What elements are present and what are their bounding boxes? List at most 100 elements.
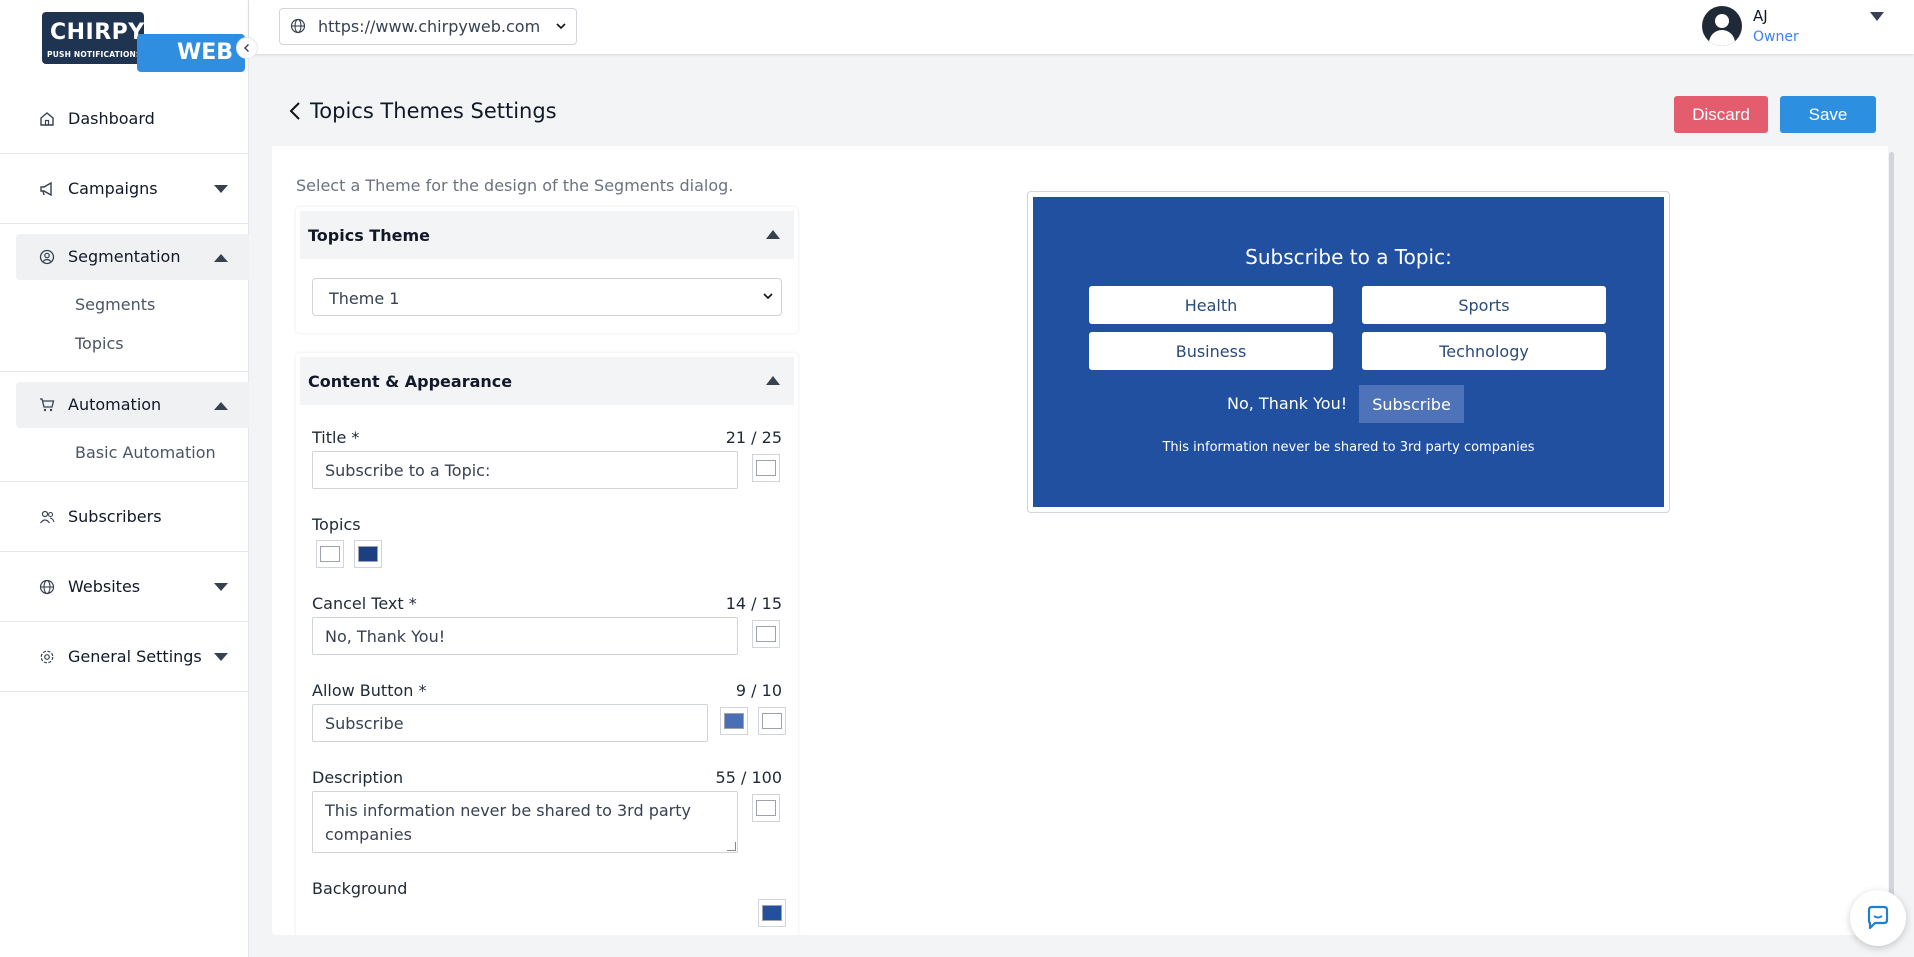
chat-icon <box>1867 905 1889 930</box>
chevron-down-icon[interactable] <box>214 184 228 193</box>
allow-button-text-color-picker[interactable] <box>758 707 786 735</box>
topics-text-color-picker[interactable] <box>354 540 382 568</box>
description-textarea-value: This information never be shared to 3rd … <box>325 801 691 844</box>
chevron-down-icon[interactable] <box>214 652 228 661</box>
sidebar-item-label: Automation <box>68 395 162 414</box>
allow-button-bg-color-picker[interactable] <box>720 707 748 735</box>
users-icon <box>38 508 56 526</box>
allow-button-input[interactable]: Subscribe <box>312 704 708 742</box>
topics-label: Topics <box>312 515 361 534</box>
topics-bg-color-picker[interactable] <box>316 540 344 568</box>
discard-button[interactable]: Discard <box>1674 96 1768 133</box>
chevron-down-icon <box>556 19 566 33</box>
content-appearance-panel: Content & Appearance Title * 21 / 25 Sub… <box>296 353 798 935</box>
preview-topic-button[interactable]: Health <box>1089 286 1333 324</box>
sidebar-item-segmentation[interactable]: Segmentation Segments Topics <box>0 224 249 372</box>
intro-text: Select a Theme for the design of the Seg… <box>296 176 734 195</box>
dialog-preview: Subscribe to a Topic: Health Sports Busi… <box>1033 197 1664 507</box>
description-char-count: 55 / 100 <box>715 768 782 787</box>
chevron-up-icon[interactable] <box>214 254 228 262</box>
chevron-down-icon <box>763 290 773 303</box>
globe-icon <box>290 18 306 38</box>
chevron-up-icon[interactable] <box>766 230 780 239</box>
chevron-down-icon[interactable] <box>214 582 228 591</box>
chevron-left-icon <box>244 44 249 52</box>
theme-select-value: Theme 1 <box>329 289 400 308</box>
cancel-text-color-picker[interactable] <box>752 620 780 648</box>
sidebar-item-label: Websites <box>68 577 141 596</box>
chevron-up-icon[interactable] <box>766 376 780 385</box>
resize-handle[interactable] <box>727 842 736 851</box>
home-icon <box>38 110 56 128</box>
cancel-text-input-value: No, Thank You! <box>325 627 446 646</box>
sidebar-item-automation[interactable]: Automation Basic Automation <box>0 372 249 482</box>
sidebar-item-label: Subscribers <box>68 507 162 526</box>
collapse-sidebar-button[interactable] <box>236 37 258 59</box>
user-circle-icon <box>38 248 56 266</box>
panel-title: Content & Appearance <box>308 372 513 391</box>
chevron-up-icon[interactable] <box>214 402 228 410</box>
preview-title: Subscribe to a Topic: <box>1245 245 1452 269</box>
top-bar: https://www.chirpyweb.com AJ Owner <box>249 0 1914 54</box>
user-menu[interactable]: AJ Owner <box>1702 6 1902 48</box>
chirpyweb-logo[interactable]: CHIRPY PUSH NOTIFICATIONS WEB <box>42 12 245 72</box>
topics-theme-header[interactable]: Topics Theme <box>300 211 794 259</box>
user-name: AJ <box>1753 7 1768 25</box>
title-input[interactable]: Subscribe to a Topic: <box>312 451 738 489</box>
chevron-down-icon[interactable] <box>1870 12 1884 21</box>
sidebar-subitem-basic-automation[interactable]: Basic Automation <box>75 443 216 462</box>
background-label: Background <box>312 879 408 898</box>
preview-cancel-text[interactable]: No, Thank You! <box>1227 394 1347 413</box>
sidebar-item-label: General Settings <box>68 647 202 666</box>
website-select[interactable]: https://www.chirpyweb.com <box>279 8 577 45</box>
save-button[interactable]: Save <box>1780 96 1876 133</box>
cancel-text-char-count: 14 / 15 <box>725 594 782 613</box>
preview-description: This information never be shared to 3rd … <box>1162 440 1535 455</box>
allow-button-char-count: 9 / 10 <box>735 681 782 700</box>
cart-icon <box>38 396 56 414</box>
page-header: Topics Themes Settings Discard Save <box>272 80 1894 146</box>
gear-icon <box>38 648 56 666</box>
sidebar-item-websites[interactable]: Websites <box>0 552 249 622</box>
sidebar-item-campaigns[interactable]: Campaigns <box>0 154 249 224</box>
theme-select[interactable]: Theme 1 <box>312 278 782 316</box>
preview-topic-button[interactable]: Business <box>1089 332 1333 370</box>
title-input-value: Subscribe to a Topic: <box>325 461 491 480</box>
preview-topic-button[interactable]: Sports <box>1362 286 1606 324</box>
sidebar-item-label: Dashboard <box>68 109 155 128</box>
scrollbar-thumb[interactable] <box>1889 152 1894 932</box>
logo-tagline: PUSH NOTIFICATIONS <box>47 50 142 59</box>
sidebar: CHIRPY PUSH NOTIFICATIONS WEB Dashboard … <box>0 0 249 957</box>
content-appearance-header[interactable]: Content & Appearance <box>300 357 794 405</box>
sidebar-item-subscribers[interactable]: Subscribers <box>0 482 249 552</box>
page-title: Topics Themes Settings <box>310 99 557 123</box>
title-label: Title * <box>312 428 360 447</box>
cancel-text-label: Cancel Text * <box>312 594 417 613</box>
allow-button-input-value: Subscribe <box>325 714 404 733</box>
sidebar-item-general-settings[interactable]: General Settings <box>0 622 249 692</box>
sidebar-item-label: Campaigns <box>68 179 158 198</box>
preview-allow-button[interactable]: Subscribe <box>1359 385 1464 423</box>
sidebar-item-dashboard[interactable]: Dashboard <box>0 84 249 154</box>
sidebar-item-label: Segmentation <box>68 247 181 266</box>
title-char-count: 21 / 25 <box>725 428 782 447</box>
description-textarea[interactable]: This information never be shared to 3rd … <box>312 791 738 853</box>
avatar <box>1702 6 1742 46</box>
back-icon[interactable] <box>288 100 302 128</box>
title-color-picker[interactable] <box>752 454 780 482</box>
cancel-text-input[interactable]: No, Thank You! <box>312 617 738 655</box>
megaphone-icon <box>38 180 56 198</box>
globe-icon <box>38 578 56 596</box>
website-url: https://www.chirpyweb.com <box>318 17 541 36</box>
user-role: Owner <box>1753 29 1799 45</box>
main-content: Topics Themes Settings Discard Save Sele… <box>272 80 1894 935</box>
chat-support-button[interactable] <box>1850 890 1906 946</box>
panel-title: Topics Theme <box>308 226 430 245</box>
preview-topic-button[interactable]: Technology <box>1362 332 1606 370</box>
sidebar-subitem-segments[interactable]: Segments <box>75 295 155 314</box>
allow-button-label: Allow Button * <box>312 681 427 700</box>
background-color-picker[interactable] <box>758 899 786 927</box>
dialog-preview-frame: Subscribe to a Topic: Health Sports Busi… <box>1027 191 1670 513</box>
description-color-picker[interactable] <box>752 794 780 822</box>
sidebar-subitem-topics[interactable]: Topics <box>75 334 124 353</box>
